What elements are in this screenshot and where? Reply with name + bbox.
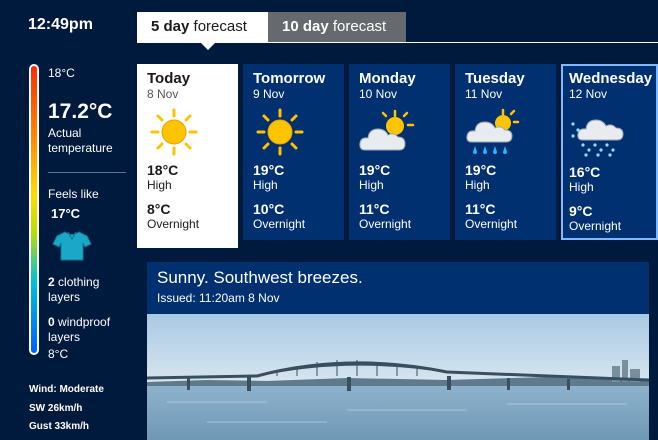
forecast-low-label: Overnight xyxy=(147,217,200,231)
thermometer-bar xyxy=(29,64,39,355)
summary-title: Sunny. Southwest breezes. xyxy=(157,268,363,287)
clothing-layers-line1: 2 clothing xyxy=(48,275,99,290)
current-time: 12:49pm xyxy=(28,16,93,33)
forecast-date: 10 Nov xyxy=(359,87,398,101)
shirt-icon xyxy=(52,231,92,261)
forecast-low-label: Overnight xyxy=(465,217,518,231)
windproof-count: 0 xyxy=(48,315,55,329)
tab-5-day-bold: 5 day xyxy=(151,18,190,35)
windproof-layers-line1: 0 windproof xyxy=(48,315,110,330)
wind-direction-speed: SW 26km/h xyxy=(29,403,83,414)
forecast-card-tomorrow[interactable]: Tomorrow 9 Nov 19°C High 10°C Overnight xyxy=(243,64,344,240)
forecast-date: 9 Nov xyxy=(253,87,285,101)
forecast-day: Monday xyxy=(359,70,416,87)
forecast-summary-panel: Sunny. Southwest breezes. Issued: 11:20a… xyxy=(147,262,649,440)
forecast-card-monday[interactable]: Monday 10 Nov 19°C High 11°C Overnight xyxy=(349,64,450,240)
min-temp-label: 8°C xyxy=(48,347,69,361)
forecast-date: 12 Nov xyxy=(569,87,608,101)
forecast-day: Today xyxy=(147,70,191,87)
forecast-day: Wednesday xyxy=(569,70,653,87)
showers-icon xyxy=(466,108,520,154)
tab-10-day-forecast[interactable]: 10 day forecast xyxy=(268,12,406,42)
forecast-card-today[interactable]: Today 8 Nov 18°C High 8°C Overnight xyxy=(137,64,238,248)
tab-5-day-forecast[interactable]: 5 day forecast xyxy=(137,12,268,42)
forecast-card-tuesday[interactable]: Tuesday 11 Nov 19°C High 11°C Overnight xyxy=(455,64,556,240)
forecast-low-label: Overnight xyxy=(359,217,412,231)
clothing-layers-line2: layers xyxy=(48,290,81,304)
forecast-low: 8°C xyxy=(147,201,171,217)
current-temperature: 17.2°C xyxy=(48,100,113,123)
forecast-date: 8 Nov xyxy=(147,87,179,101)
clothing-label: clothing xyxy=(54,275,100,289)
forecast-date: 11 Nov xyxy=(465,87,503,101)
forecast-high-label: High xyxy=(569,180,594,194)
forecast-high: 19°C xyxy=(253,162,285,178)
temperature-label: temperature xyxy=(48,141,113,155)
forecast-low: 10°C xyxy=(253,201,285,217)
feels-like-label: Feels like xyxy=(48,187,99,201)
tab-5-day-rest: forecast xyxy=(189,18,247,35)
forecast-high: 16°C xyxy=(569,164,601,180)
clothing-count: 2 xyxy=(48,275,55,289)
max-temp-label: 18°C xyxy=(48,66,75,80)
forecast-high: 18°C xyxy=(147,162,179,178)
forecast-low-label: Overnight xyxy=(569,219,622,233)
forecast-day: Tuesday xyxy=(465,70,525,87)
windproof-label: windproof xyxy=(54,315,111,329)
partly-cloudy-icon xyxy=(359,109,415,151)
forecast-low-label: Overnight xyxy=(253,217,306,231)
wind-strength: Wind: Moderate xyxy=(29,384,104,395)
sun-icon xyxy=(256,108,304,156)
forecast-card-wednesday[interactable]: Wednesday 12 Nov 16°C High 9°C Overnight xyxy=(561,64,658,240)
sun-icon xyxy=(150,108,198,156)
feels-like-value: 17°C xyxy=(51,206,81,221)
left-divider xyxy=(48,172,126,173)
forecast-high: 19°C xyxy=(465,162,497,178)
forecast-low: 11°C xyxy=(359,201,390,217)
forecast-high: 19°C xyxy=(359,162,391,178)
tab-10-day-bold: 10 day xyxy=(282,18,329,35)
forecast-day: Tomorrow xyxy=(253,70,326,87)
tab-10-day-rest: forecast xyxy=(328,18,387,35)
forecast-high-label: High xyxy=(253,178,278,192)
forecast-low: 11°C xyxy=(465,201,496,217)
wind-gust: Gust 33km/h xyxy=(29,421,90,432)
harbour-bridge-photo xyxy=(147,314,649,440)
summary-issued: Issued: 11:20am 8 Nov xyxy=(157,291,280,305)
forecast-low: 9°C xyxy=(569,203,593,219)
windproof-layers-line2: layers xyxy=(48,330,81,344)
forecast-high-label: High xyxy=(359,178,384,192)
drizzle-icon xyxy=(571,119,624,157)
forecast-high-label: High xyxy=(465,178,490,192)
active-tab-caret xyxy=(200,42,216,50)
forecast-high-label: High xyxy=(147,178,172,192)
actual-label: Actual xyxy=(48,126,82,140)
